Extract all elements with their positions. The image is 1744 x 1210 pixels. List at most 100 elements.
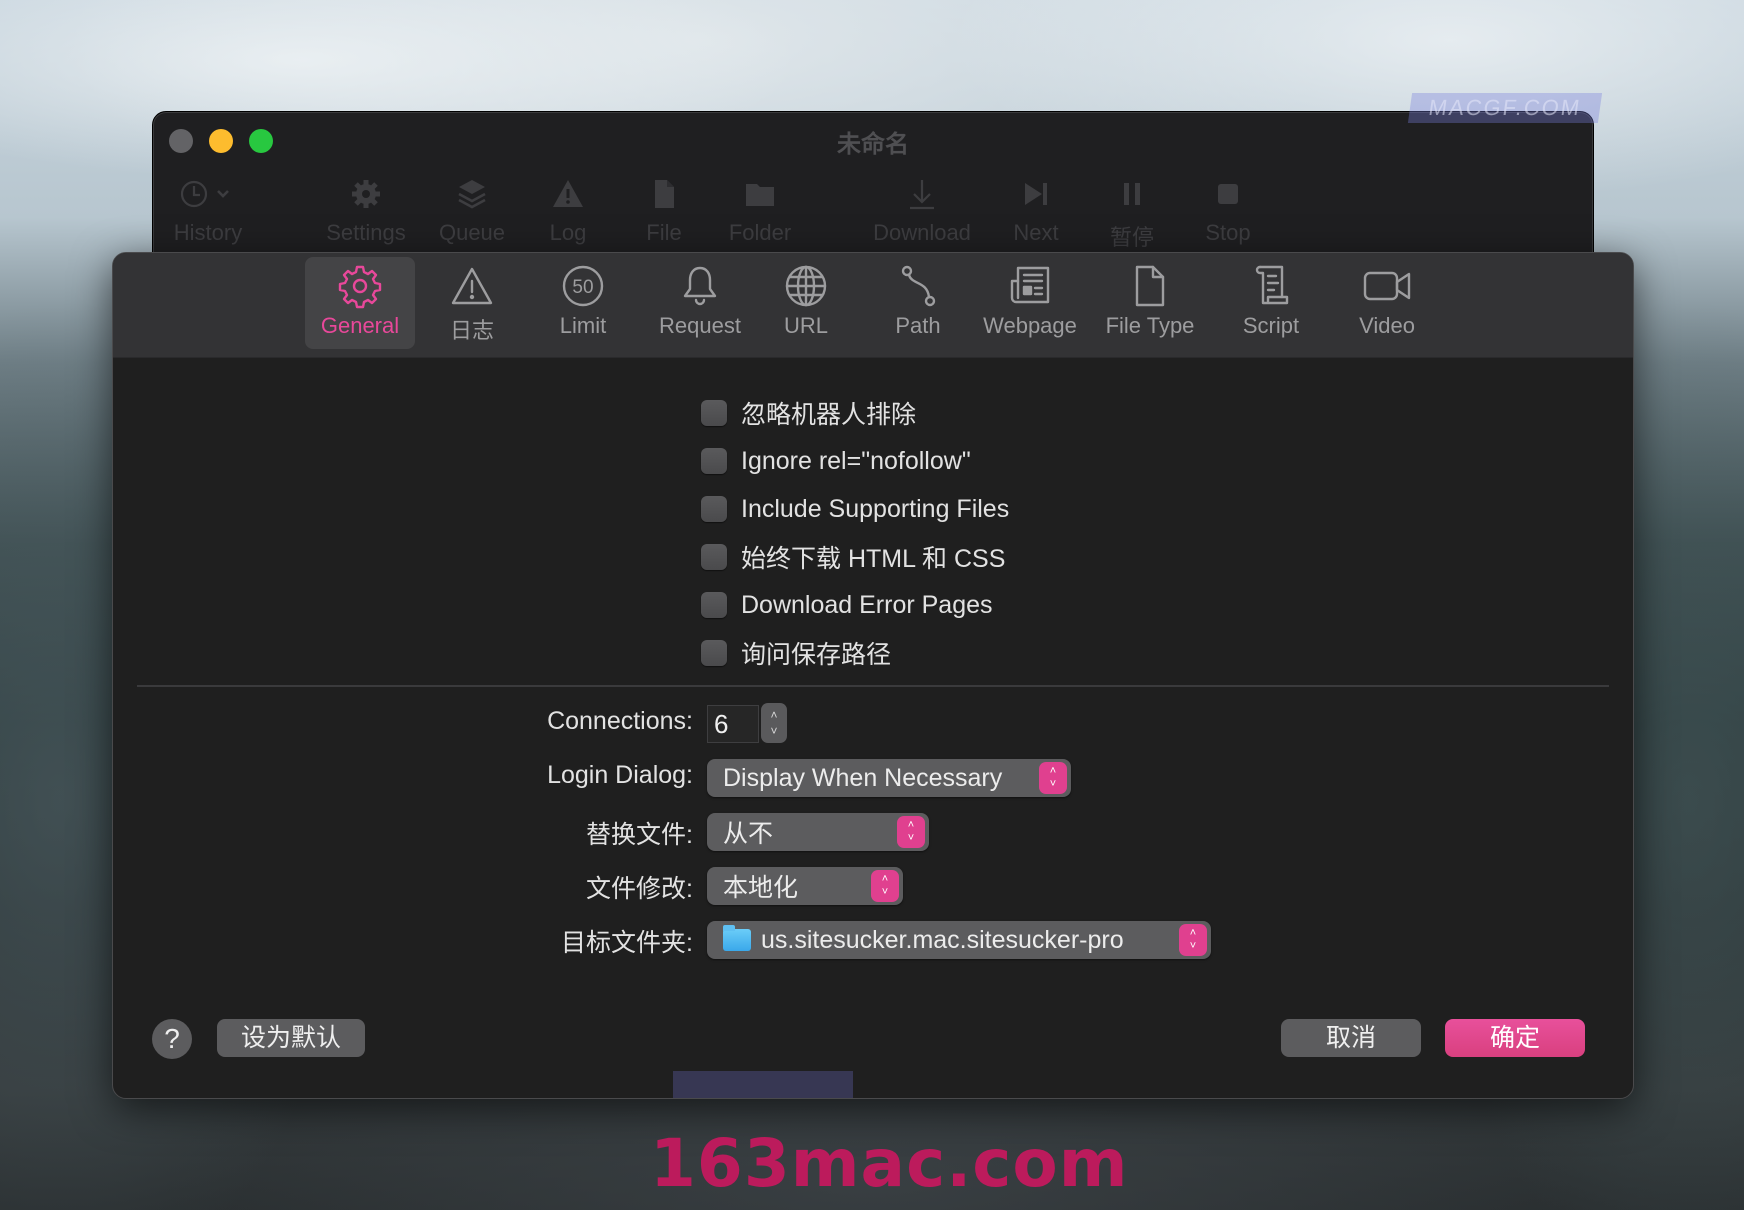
toolbar-next[interactable]: Next (981, 174, 1091, 246)
set-default-button[interactable]: 设为默认 (217, 1019, 365, 1057)
window-title: 未命名 (837, 131, 909, 158)
toolbar-settings[interactable]: Settings (311, 174, 421, 246)
tab-path[interactable]: Path (863, 257, 973, 349)
toolbar-label: 暂停 (1109, 225, 1154, 250)
tab-request[interactable]: Request (638, 257, 762, 349)
toolbar-label: Download (873, 220, 971, 245)
popup-value: 从不 (723, 820, 774, 848)
scroll-icon (1216, 257, 1326, 309)
warning-triangle-icon (417, 257, 527, 309)
tab-label: Video (1359, 313, 1415, 338)
toolbar-log[interactable]: Log (513, 174, 623, 246)
toolbar-label: File (646, 220, 682, 245)
tab-file-type[interactable]: File Type (1092, 257, 1208, 349)
toolbar-label: Next (1013, 220, 1059, 245)
history-clock-icon (153, 174, 263, 214)
login-dialog-label: Login Dialog: (547, 761, 693, 789)
watermark-bottom: 163mac.com (650, 1125, 1129, 1202)
tab-label: File Type (1105, 313, 1195, 338)
tab-video[interactable]: Video (1332, 257, 1442, 349)
popup-value: 本地化 (723, 874, 799, 902)
tab-label: URL (783, 313, 828, 338)
tab-general[interactable]: General (305, 257, 415, 349)
tab-label: General (320, 313, 400, 338)
separator (137, 685, 1609, 687)
checkbox[interactable] (701, 544, 727, 570)
checkbox-download-error-pages[interactable]: Download Error Pages (701, 587, 993, 623)
settings-tab-strip: General 日志 50 Limit Request URL Path Web… (113, 253, 1633, 358)
tab-log[interactable]: 日志 (417, 257, 527, 349)
tab-label: 日志 (449, 318, 494, 343)
file-modification-popup[interactable]: 本地化 ˄ ˅ (707, 867, 903, 905)
toolbar-file[interactable]: File (609, 174, 719, 246)
connections-field[interactable]: 6 (707, 705, 759, 743)
checkbox-label: 询问保存路径 (741, 641, 892, 669)
chevron-up-icon[interactable]: ˄ (770, 707, 777, 723)
tab-limit[interactable]: 50 Limit (528, 257, 638, 349)
warning-triangle-icon (513, 174, 623, 214)
toolbar-label: Queue (438, 220, 506, 245)
document-icon (1092, 257, 1208, 309)
toolbar-folder[interactable]: Folder (705, 174, 815, 246)
help-button[interactable]: ? (152, 1019, 192, 1059)
updown-chevron-icon: ˄ ˅ (1179, 924, 1207, 956)
tab-label: Limit (559, 313, 607, 338)
destination-folder-popup[interactable]: us.sitesucker.mac.sitesucker-pro ˄ ˅ (707, 921, 1211, 959)
destination-folder-label: 目标文件夹: (561, 929, 693, 957)
checkbox-always-download-html-css[interactable]: 始终下载 HTML 和 CSS (701, 539, 1005, 575)
gear-icon (311, 174, 421, 214)
tab-url[interactable]: URL (751, 257, 861, 349)
tab-webpage[interactable]: Webpage (975, 257, 1085, 349)
chevron-down-icon[interactable]: ˅ (770, 723, 777, 739)
checkbox[interactable] (701, 640, 727, 666)
checkbox-label: 忽略机器人排除 (741, 401, 917, 429)
folder-icon (705, 174, 815, 214)
toolbar-queue[interactable]: Queue (417, 174, 527, 246)
cancel-button[interactable]: 取消 (1281, 1019, 1421, 1057)
login-dialog-popup[interactable]: Display When Necessary ˄ ˅ (707, 759, 1071, 797)
toolbar-label: Folder (728, 220, 792, 245)
video-camera-icon (1332, 257, 1442, 309)
gear-icon (305, 257, 415, 309)
checkbox-label: Ignore rel="nofollow" (741, 446, 971, 475)
replace-files-popup[interactable]: 从不 ˄ ˅ (707, 813, 929, 851)
checkbox[interactable] (701, 448, 727, 474)
skip-forward-icon (981, 174, 1091, 214)
ok-button[interactable]: 确定 (1445, 1019, 1585, 1057)
toolbar-stop[interactable]: Stop (1173, 174, 1283, 246)
toolbar-label: Stop (1205, 220, 1251, 245)
checkbox-ignore-nofollow[interactable]: Ignore rel="nofollow" (701, 443, 971, 479)
checkbox[interactable] (701, 400, 727, 426)
tab-script[interactable]: Script (1216, 257, 1326, 349)
popup-value: us.sitesucker.mac.sitesucker-pro (761, 925, 1124, 954)
tab-label: Path (895, 313, 941, 338)
settings-dialog: General 日志 50 Limit Request URL Path Web… (112, 252, 1634, 1099)
file-modification-label: 文件修改: (586, 875, 693, 903)
bell-icon (638, 257, 762, 309)
stop-square-icon (1173, 174, 1283, 214)
checkbox[interactable] (701, 592, 727, 618)
svg-text:50: 50 (572, 277, 593, 298)
pause-icon (1077, 174, 1187, 214)
checkbox-label: Include Supporting Files (741, 494, 1010, 523)
checkbox-label: Download Error Pages (741, 590, 993, 619)
replace-files-label: 替换文件: (586, 821, 693, 849)
document-icon (609, 174, 719, 214)
toolbar-label: Log (549, 220, 587, 245)
toolbar-pause[interactable]: 暂停 (1077, 174, 1187, 252)
tab-label: Script (1242, 313, 1300, 338)
checkbox-include-supporting-files[interactable]: Include Supporting Files (701, 491, 1009, 527)
download-arrow-icon (867, 174, 977, 214)
tab-label: Request (659, 313, 741, 338)
connections-stepper[interactable]: ˄ ˅ (761, 703, 787, 743)
checkbox-ask-save-path[interactable]: 询问保存路径 (701, 635, 891, 671)
checkbox[interactable] (701, 496, 727, 522)
updown-chevron-icon: ˄ ˅ (871, 870, 899, 902)
newspaper-icon (975, 257, 1085, 309)
toolbar-history[interactable]: History (153, 174, 263, 246)
updown-chevron-icon: ˄ ˅ (897, 816, 925, 848)
checkbox-ignore-robots[interactable]: 忽略机器人排除 (701, 395, 916, 431)
folder-icon (723, 925, 751, 951)
toolbar-download[interactable]: Download (867, 174, 977, 246)
path-icon (863, 257, 973, 309)
